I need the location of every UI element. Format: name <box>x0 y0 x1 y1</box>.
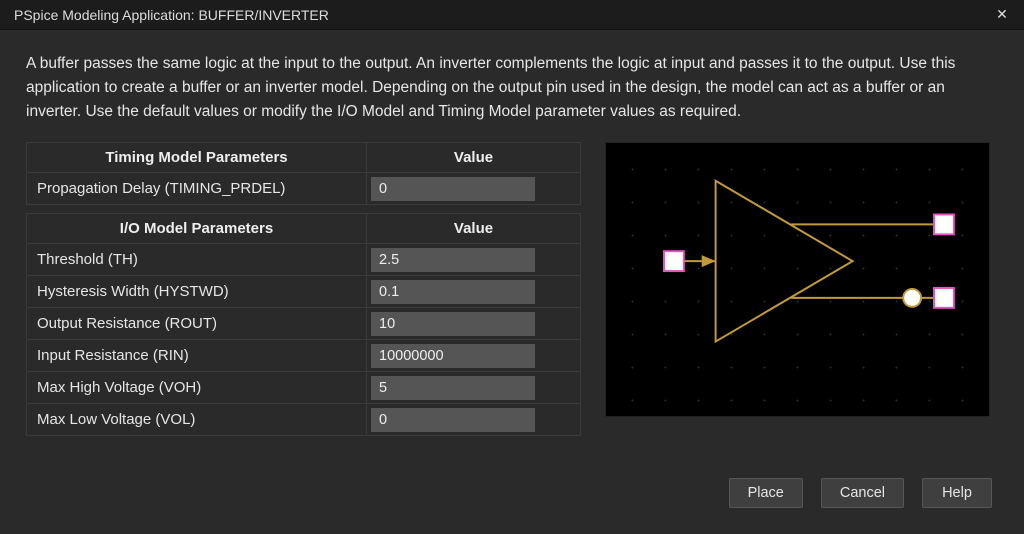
output-pin-inv <box>934 288 954 308</box>
timing-model-table: Timing Model Parameters Value Propagatio… <box>26 142 581 205</box>
param-label: Propagation Delay (TIMING_PRDEL) <box>27 173 367 205</box>
help-button[interactable]: Help <box>922 478 992 508</box>
param-value-cell <box>367 173 581 205</box>
timing-prdel-input[interactable] <box>371 177 535 201</box>
param-value-cell <box>367 244 581 276</box>
buffer-inverter-symbol <box>606 143 989 416</box>
arrow-icon <box>702 255 716 267</box>
table-row: Propagation Delay (TIMING_PRDEL) <box>27 173 581 205</box>
table-row: Max Low Voltage (VOL) <box>27 404 581 436</box>
timing-header-value: Value <box>367 143 581 173</box>
rout-input[interactable] <box>371 312 535 336</box>
dialog-content: A buffer passes the same logic at the in… <box>0 30 1024 534</box>
timing-header-param: Timing Model Parameters <box>27 143 367 173</box>
input-pin <box>664 251 684 271</box>
table-row: Max High Voltage (VOH) <box>27 372 581 404</box>
io-model-table: I/O Model Parameters Value Threshold (TH… <box>26 213 581 436</box>
io-header-param: I/O Model Parameters <box>27 214 367 244</box>
dialog-footer: Place Cancel Help <box>26 470 998 524</box>
triangle-icon <box>716 181 853 342</box>
cancel-button[interactable]: Cancel <box>821 478 904 508</box>
hysteresis-input[interactable] <box>371 280 535 304</box>
parameter-tables: Timing Model Parameters Value Propagatio… <box>26 142 581 444</box>
table-row: Output Resistance (ROUT) <box>27 308 581 340</box>
table-row: Hysteresis Width (HYSTWD) <box>27 276 581 308</box>
titlebar: PSpice Modeling Application: BUFFER/INVE… <box>0 0 1024 30</box>
schematic-preview <box>605 142 990 417</box>
main-row: Timing Model Parameters Value Propagatio… <box>26 142 998 444</box>
description-text: A buffer passes the same logic at the in… <box>26 52 996 124</box>
param-value-cell <box>367 276 581 308</box>
window-title: PSpice Modeling Application: BUFFER/INVE… <box>14 7 990 23</box>
param-label: Input Resistance (RIN) <box>27 340 367 372</box>
param-value-cell <box>367 340 581 372</box>
param-label: Max Low Voltage (VOL) <box>27 404 367 436</box>
table-row: Threshold (TH) <box>27 244 581 276</box>
threshold-input[interactable] <box>371 248 535 272</box>
inverter-bubble-icon <box>903 289 921 307</box>
rin-input[interactable] <box>371 344 535 368</box>
param-label: Output Resistance (ROUT) <box>27 308 367 340</box>
param-value-cell <box>367 372 581 404</box>
param-label: Max High Voltage (VOH) <box>27 372 367 404</box>
close-icon[interactable]: ✕ <box>990 3 1014 27</box>
io-header-value: Value <box>367 214 581 244</box>
table-row: Input Resistance (RIN) <box>27 340 581 372</box>
place-button[interactable]: Place <box>729 478 803 508</box>
vol-input[interactable] <box>371 408 535 432</box>
param-label: Threshold (TH) <box>27 244 367 276</box>
param-value-cell <box>367 308 581 340</box>
param-value-cell <box>367 404 581 436</box>
voh-input[interactable] <box>371 376 535 400</box>
param-label: Hysteresis Width (HYSTWD) <box>27 276 367 308</box>
output-pin-noninv <box>934 215 954 235</box>
modeling-dialog: PSpice Modeling Application: BUFFER/INVE… <box>0 0 1024 534</box>
